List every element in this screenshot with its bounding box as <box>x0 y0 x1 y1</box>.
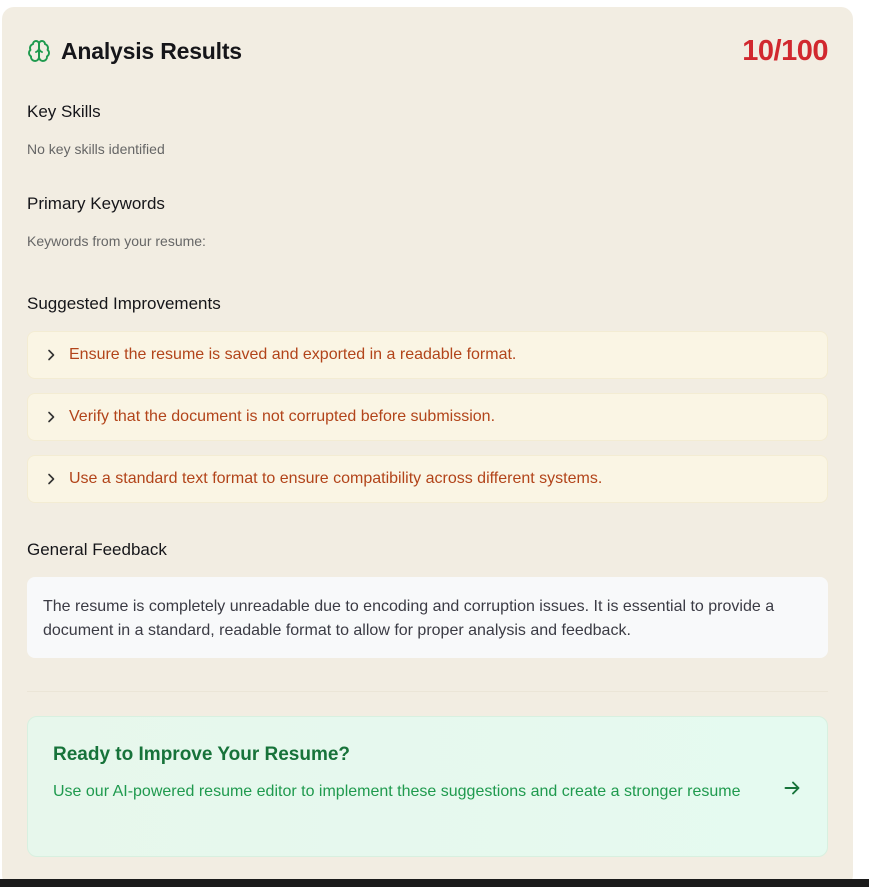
key-skills-heading: Key Skills <box>27 102 101 121</box>
improve-resume-cta[interactable]: Ready to Improve Your Resume? Use our AI… <box>27 716 828 857</box>
bottom-bar <box>0 879 869 887</box>
arrow-right-icon[interactable] <box>782 778 802 798</box>
primary-keywords-heading: Primary Keywords <box>27 194 165 213</box>
improvement-item[interactable]: Verify that the document is not corrupte… <box>27 393 828 441</box>
analysis-results-card: Analysis Results 10/100 Key Skills No ke… <box>2 7 853 887</box>
key-skills-empty-text: No key skills identified <box>27 141 165 157</box>
chevron-right-icon <box>44 410 58 424</box>
suggested-improvements-heading: Suggested Improvements <box>27 294 221 313</box>
chevron-right-icon <box>44 472 58 486</box>
chevron-right-icon <box>44 348 58 362</box>
page-title: Analysis Results <box>61 37 242 64</box>
title-group: Analysis Results <box>27 38 242 65</box>
results-header: Analysis Results 10/100 <box>27 35 828 67</box>
improvement-text: Use a standard text format to ensure com… <box>69 470 603 487</box>
cta-description: Use our AI-powered resume editor to impl… <box>53 783 741 800</box>
cta-title: Ready to Improve Your Resume? <box>53 744 351 765</box>
score-value: 10/100 <box>742 34 828 67</box>
improvement-item[interactable]: Use a standard text format to ensure com… <box>27 455 828 503</box>
brain-icon <box>27 39 51 63</box>
primary-keywords-subtitle: Keywords from your resume: <box>27 233 206 249</box>
general-feedback-text: The resume is completely unreadable due … <box>27 577 828 658</box>
improvement-item[interactable]: Ensure the resume is saved and exported … <box>27 331 828 379</box>
divider <box>27 691 828 692</box>
improvement-text: Verify that the document is not corrupte… <box>69 408 496 425</box>
general-feedback-heading: General Feedback <box>27 540 167 559</box>
improvement-text: Ensure the resume is saved and exported … <box>69 346 517 363</box>
